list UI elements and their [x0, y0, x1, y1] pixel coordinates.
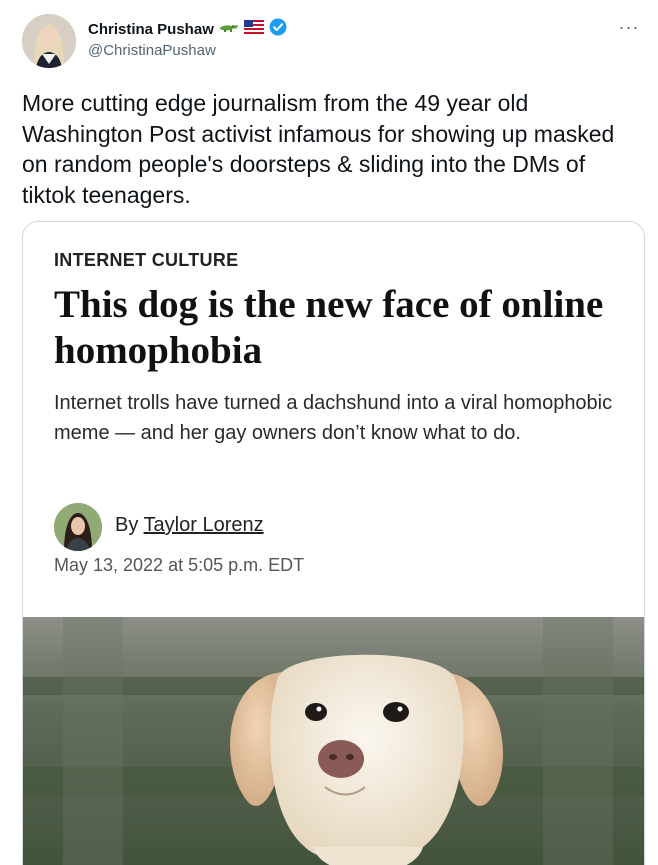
article-byline: By Taylor Lorenz — [115, 514, 264, 537]
byline-prefix: By — [115, 514, 144, 536]
article-headline: This dog is the new face of online homop… — [54, 283, 604, 372]
author-display-name[interactable]: Christina Pushaw — [88, 21, 214, 38]
author-name-row: Christina Pushaw — [88, 18, 287, 41]
author-handle[interactable]: @ChristinaPushaw — [88, 42, 216, 59]
link-card[interactable]: INTERNET CULTURE This dog is the new fac… — [22, 221, 645, 865]
verified-icon — [269, 18, 287, 41]
author-link[interactable]: Taylor Lorenz — [144, 514, 264, 536]
us-flag-icon — [243, 20, 264, 39]
more-options-button[interactable]: ··· — [616, 14, 642, 40]
tweet-text: More cutting edge journalism from the 49… — [22, 90, 615, 208]
article-kicker: INTERNET CULTURE — [54, 250, 239, 270]
article-date: May 13, 2022 at 5:05 p.m. EDT — [54, 555, 305, 575]
byline-avatar — [54, 503, 102, 551]
author-avatar[interactable] — [22, 14, 76, 68]
article-dek: Internet trolls have turned a dachshund … — [54, 392, 613, 444]
dachshund-photo — [23, 617, 644, 865]
alligator-emoji-icon — [219, 20, 239, 39]
